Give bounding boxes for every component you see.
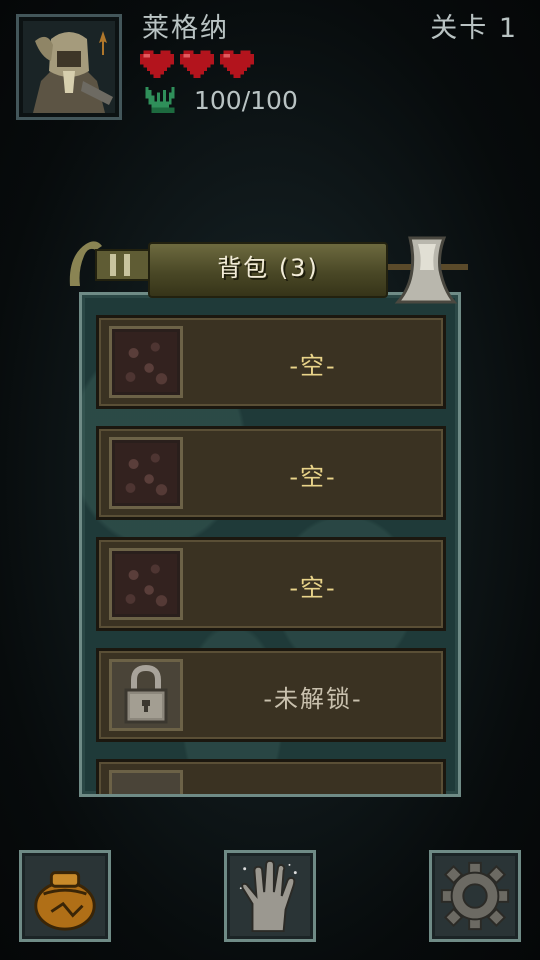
health-hearts [140, 50, 254, 82]
heart-icon [140, 50, 174, 78]
gear-icon [440, 861, 510, 931]
padlock-icon [109, 770, 183, 794]
leather-icon [109, 437, 183, 509]
axe-icon [388, 236, 468, 304]
slot-label: -未解锁- [263, 685, 363, 713]
inventory-slot[interactable]: -空- [96, 537, 446, 631]
backpack-title: 背包 (3) [217, 254, 319, 282]
sack-icon [34, 871, 96, 931]
slot-label: -空- [289, 463, 337, 491]
stamina-row: 100/100 [142, 84, 298, 116]
slot-label: -空- [289, 352, 337, 380]
stamina-value: 100/100 [194, 85, 298, 115]
heart-icon [220, 50, 254, 78]
inventory-slot[interactable]: -空- [96, 426, 446, 520]
inventory-slot-locked[interactable]: -未解锁- [96, 648, 446, 742]
settings-button[interactable] [429, 850, 521, 942]
hero-avatar [23, 21, 115, 113]
hero-portrait[interactable] [16, 14, 122, 120]
player-name: 莱格纳 [142, 13, 229, 44]
hand-button[interactable] [224, 850, 316, 942]
heart-icon [180, 50, 214, 78]
inventory-slot-partial[interactable] [96, 759, 446, 794]
scroll-end-decoration [69, 241, 153, 286]
leaf-icon [145, 86, 175, 114]
leather-icon [109, 548, 183, 620]
padlock-icon [109, 659, 183, 731]
inventory-slot[interactable]: -空- [96, 315, 446, 409]
bag-button[interactable] [19, 850, 111, 942]
hand-icon [239, 859, 297, 933]
leather-icon [109, 326, 183, 398]
backpack-panel: -空- -空- -空- -未解锁- [79, 292, 461, 797]
slot-label: -空- [289, 574, 337, 602]
level-label: 关卡 1 [430, 13, 518, 44]
